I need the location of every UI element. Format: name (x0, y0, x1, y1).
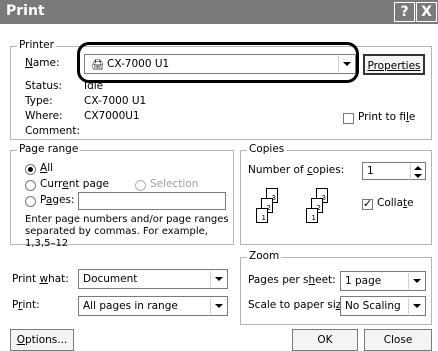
print-value: All pages in range (83, 300, 178, 312)
printer-group-label: Printer (17, 39, 56, 51)
printer-icon: 🖨 (91, 59, 105, 71)
copies-value: 1 (367, 165, 374, 177)
chevron-down-icon[interactable] (408, 273, 424, 289)
pages-radio[interactable] (25, 196, 36, 207)
close-button[interactable]: Close (364, 329, 432, 351)
all-pages-label[interactable]: All (40, 162, 53, 174)
status-label: Status: (25, 80, 62, 92)
options-button[interactable]: Options... (10, 329, 74, 351)
title-bar: Print ? X (0, 0, 438, 24)
chevron-down-icon[interactable] (210, 271, 226, 287)
pages-per-sheet-select[interactable]: 1 page (340, 271, 426, 291)
ok-button[interactable]: OK (292, 329, 358, 351)
scale-label: Scale to paper size: (248, 299, 351, 311)
collate-label[interactable]: Collate (377, 197, 414, 209)
zoom-group-label: Zoom (247, 250, 282, 262)
print-to-file-checkbox[interactable] (343, 113, 354, 124)
print-what-select[interactable]: Document (78, 269, 228, 289)
page-range-hint: Enter page numbers and/or page ranges se… (25, 214, 229, 249)
where-label: Where: (25, 110, 63, 122)
copies-group-label: Copies (247, 143, 287, 155)
scale-value: No Scaling (345, 300, 401, 312)
close-icon: X (421, 4, 432, 20)
collate-page: 1 (306, 208, 318, 223)
window-title: Print (6, 3, 45, 19)
collate-page: 1 (256, 208, 268, 223)
print-label: Print: (12, 299, 40, 311)
where-value: CX7000U1 (84, 110, 140, 122)
selection-label: Selection (150, 178, 199, 190)
pages-label[interactable]: Pages: (40, 194, 74, 206)
spinner-icon[interactable] (410, 164, 424, 180)
pages-per-sheet-value: 1 page (345, 275, 382, 287)
print-what-label: Print what: (12, 273, 69, 285)
scale-select[interactable]: No Scaling (340, 296, 426, 316)
chevron-down-icon[interactable] (338, 56, 354, 72)
comment-label: Comment: (25, 125, 80, 137)
selection-radio (135, 180, 146, 191)
pages-per-sheet-label: Pages per sheet: (248, 274, 336, 286)
print-what-value: Document (83, 273, 138, 285)
status-value: Idle (84, 80, 104, 92)
chevron-down-icon[interactable] (210, 298, 226, 314)
close-window-button[interactable]: X (416, 2, 437, 22)
copies-stepper[interactable]: 1 (362, 162, 426, 180)
pages-input[interactable] (78, 192, 226, 210)
printer-name-label: Name: (25, 57, 60, 69)
page-range-group-label: Page range (17, 143, 81, 155)
chevron-down-icon[interactable] (408, 298, 424, 314)
help-button[interactable]: ? (394, 2, 415, 22)
current-page-radio[interactable] (25, 180, 36, 191)
current-page-label[interactable]: Current page (40, 178, 109, 190)
type-value: CX-7000 U1 (84, 95, 147, 107)
print-select[interactable]: All pages in range (78, 296, 228, 316)
print-to-file-label[interactable]: Print to file (358, 111, 415, 123)
printer-name-value: CX-7000 U1 (107, 58, 170, 70)
number-of-copies-label: Number of copies: (248, 164, 345, 176)
printer-name-select[interactable]: 🖨 CX-7000 U1 (84, 54, 356, 74)
collate-checkbox[interactable] (362, 197, 373, 210)
type-label: Type: (25, 95, 53, 107)
properties-button[interactable]: Properties (363, 54, 425, 75)
all-pages-radio[interactable] (25, 164, 36, 175)
help-icon: ? (400, 4, 409, 20)
